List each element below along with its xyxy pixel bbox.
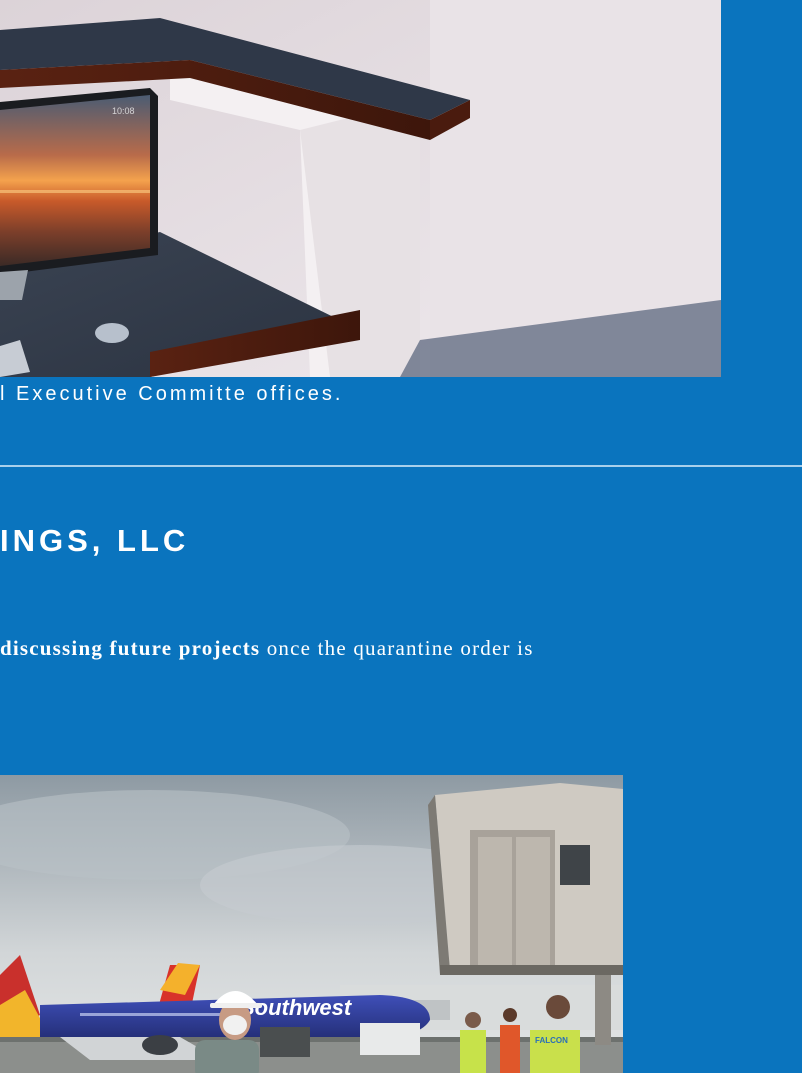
image-caption: l Executive Committe offices. — [0, 383, 344, 405]
svg-text:FALCON: FALCON — [535, 1036, 568, 1045]
baggage-cart — [360, 1023, 420, 1055]
office-render-image: 10:08 — [0, 0, 721, 377]
body-rest: once the quarantine order is — [260, 636, 534, 660]
airport-site-photo: Southwest FALCON — [0, 775, 623, 1073]
body-emphasis: discussing future projects — [0, 636, 261, 660]
section-divider — [0, 465, 802, 467]
section-title: INGS, LLC — [0, 523, 190, 558]
mouse-icon — [95, 323, 129, 343]
svg-text:10:08: 10:08 — [112, 106, 135, 116]
ground-vehicle — [260, 1027, 310, 1057]
section-body-text: discussing future projects once the quar… — [0, 636, 802, 661]
